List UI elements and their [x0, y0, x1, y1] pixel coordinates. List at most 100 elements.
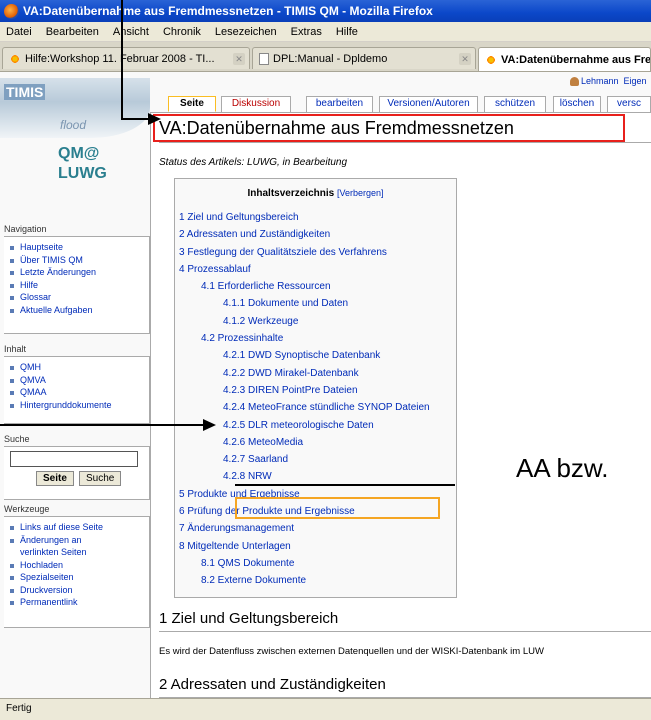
browser-tab-label: VA:Datenübernahme aus Fre: [501, 53, 651, 66]
toc-title: Inhaltsverzeichnis: [247, 188, 335, 199]
menu-chronik[interactable]: Chronik: [157, 26, 209, 38]
toc-item[interactable]: 8 Mitgeltende Unterlagen: [179, 538, 459, 555]
wiki-icon: [485, 53, 497, 66]
window-title-bar: VA:Datenübernahme aus Fremdmessnetzen - …: [0, 0, 651, 22]
page-title: VA:Datenübernahme aus Fremdmessnetzen: [159, 118, 514, 138]
toc-item[interactable]: 4.1.2 Werkzeuge: [179, 313, 459, 330]
inhalt-link[interactable]: QMVA: [10, 374, 149, 387]
tab-diskussion[interactable]: Diskussion: [221, 96, 291, 112]
toc-highlight-box: [235, 497, 440, 519]
own-link[interactable]: Eigen: [624, 76, 647, 86]
slide-overlay-text: AA bzw.: [516, 453, 609, 483]
menu-bearbeiten[interactable]: Bearbeiten: [40, 26, 107, 38]
toc-item[interactable]: 1 Ziel und Geltungsbereich: [179, 209, 459, 226]
section-divider: [159, 631, 651, 632]
navigation-portlet: Hauptseite Über TIMIS QM Letzte Änderung…: [4, 236, 150, 334]
inhalt-title: Inhalt: [4, 344, 27, 354]
inhalt-link[interactable]: QMH: [10, 361, 149, 374]
nav-link[interactable]: Aktuelle Aufgaben: [10, 304, 149, 317]
annotation-arrowhead: [203, 419, 216, 431]
toc-item[interactable]: 4.2.4 MeteoFrance stündliche SYNOP Datei…: [179, 399, 459, 416]
tab-loeschen[interactable]: löschen: [553, 96, 601, 112]
go-button[interactable]: Seite: [36, 471, 74, 486]
article-content: VA:Datenübernahme aus Fremdmessnetzen St…: [150, 112, 651, 698]
nav-link[interactable]: Hauptseite: [10, 241, 149, 254]
toc-hide-link[interactable]: [Verbergen]: [337, 188, 384, 198]
nav-link[interactable]: Letzte Änderungen: [10, 266, 149, 279]
site-logo[interactable]: TIMIS flood QM@ LUWG: [0, 72, 150, 222]
toc-item[interactable]: 4.2.1 DWD Synoptische Datenbank: [179, 347, 459, 364]
firefox-logo-icon: [4, 3, 19, 19]
article-status: Status des Artikels: LUWG, in Bearbeitun…: [159, 157, 348, 168]
browser-tab-label: DPL:Manual - Dpldemo: [273, 52, 388, 65]
toc-item[interactable]: 4.1.1 Dokumente und Daten: [179, 295, 459, 312]
menu-ansicht[interactable]: Ansicht: [107, 26, 157, 38]
user-bar: Lehmann Eigen: [570, 76, 647, 87]
toc-item[interactable]: 7 Änderungsmanagement: [179, 520, 459, 537]
annotation-arrowhead: [148, 113, 161, 125]
toc-item[interactable]: 4.2.3 DIREN PointPre Dateien: [179, 382, 459, 399]
tool-link[interactable]: Druckversion: [10, 584, 149, 597]
menu-bar: Datei Bearbeiten Ansicht Chronik Lesezei…: [0, 22, 651, 42]
toc-item[interactable]: 8.2 Externe Dokumente: [179, 572, 459, 589]
toolbox-portlet: Links auf diese Seite Änderungen an verl…: [4, 516, 150, 628]
section-1-text: Es wird der Datenfluss zwischen externen…: [159, 646, 544, 657]
logo-sub: flood: [60, 118, 87, 132]
logo-qm: QM@ LUWG: [58, 144, 107, 184]
tool-link[interactable]: Links auf diese Seite: [10, 521, 149, 534]
browser-tab-active[interactable]: VA:Datenübernahme aus Fre: [478, 47, 651, 71]
toc-item[interactable]: 3 Festlegung der Qualitätsziele des Verf…: [179, 244, 459, 261]
search-input[interactable]: [10, 451, 138, 467]
toc-item[interactable]: 4.2.6 MeteoMedia: [179, 434, 459, 451]
toolbox-title: Werkzeuge: [4, 504, 50, 514]
page-content: TIMIS flood QM@ LUWG Navigation Hauptsei…: [0, 72, 651, 698]
toc-item[interactable]: 4.1 Erforderliche Ressourcen: [179, 278, 459, 295]
nav-link[interactable]: Glossar: [10, 291, 149, 304]
title-divider: [159, 142, 651, 143]
browser-tab-workshop[interactable]: Hilfe:Workshop 11. Februar 2008 - TI... …: [2, 47, 250, 69]
menu-extras[interactable]: Extras: [285, 26, 330, 38]
tab-seite[interactable]: Seite: [168, 96, 216, 112]
toc-item[interactable]: 4.2 Prozessinhalte: [179, 330, 459, 347]
toc-item[interactable]: 4.2.7 Saarland: [179, 451, 459, 468]
user-icon: [570, 77, 579, 87]
menu-datei[interactable]: Datei: [0, 26, 40, 38]
toc-item[interactable]: 4.2.2 DWD Mirakel-Datenbank: [179, 365, 459, 382]
document-icon: [259, 52, 269, 65]
wiki-icon: [9, 52, 21, 65]
logo-qm-line: QM@: [58, 145, 100, 162]
browser-tab-bar: Hilfe:Workshop 11. Februar 2008 - TI... …: [0, 42, 651, 72]
browser-tab-dpl[interactable]: DPL:Manual - Dpldemo ✕: [252, 47, 476, 69]
inhalt-link[interactable]: Hintergrunddokumente: [10, 399, 149, 412]
menu-lesezeichen[interactable]: Lesezeichen: [209, 26, 285, 38]
annotation-arrow-line: [121, 118, 151, 120]
tab-verschieben[interactable]: versc: [607, 96, 651, 112]
tab-close-icon[interactable]: ✕: [233, 53, 245, 65]
search-title: Suche: [4, 434, 30, 444]
toc-item[interactable]: 4.2.5 DLR meteorologische Daten: [179, 417, 459, 434]
nav-link[interactable]: Hilfe: [10, 279, 149, 292]
window-title: VA:Datenübernahme aus Fremdmessnetzen - …: [23, 4, 433, 18]
inhalt-link[interactable]: QMAA: [10, 386, 149, 399]
search-portlet: Seite Suche: [4, 446, 150, 500]
menu-hilfe[interactable]: Hilfe: [330, 26, 366, 38]
nav-link[interactable]: Über TIMIS QM: [10, 254, 149, 267]
browser-tab-label: Hilfe:Workshop 11. Februar 2008 - TI...: [25, 52, 215, 65]
search-button[interactable]: Suche: [78, 471, 122, 486]
toc-item[interactable]: 8.1 QMS Dokumente: [179, 555, 459, 572]
tab-schuetzen[interactable]: schützen: [484, 96, 546, 112]
tab-bearbeiten[interactable]: bearbeiten: [306, 96, 373, 112]
tab-close-icon[interactable]: ✕: [459, 53, 471, 65]
tab-versionen[interactable]: Versionen/Autoren: [379, 96, 478, 112]
annotation-arrow-line: [121, 0, 123, 120]
user-link[interactable]: Lehmann: [581, 76, 619, 86]
tool-link[interactable]: Spezialseiten: [10, 571, 149, 584]
tool-link[interactable]: Permanentlink: [10, 596, 149, 609]
logo-brand: TIMIS: [4, 84, 46, 100]
inhalt-portlet: QMH QMVA QMAA Hintergrunddokumente: [4, 356, 150, 424]
section-heading-2: 2 Adressaten und Zuständigkeiten: [159, 676, 386, 693]
toc-item[interactable]: 4 Prozessablauf: [179, 261, 459, 278]
tool-link[interactable]: Hochladen: [10, 559, 149, 572]
toc-item[interactable]: 2 Adressaten und Zuständigkeiten: [179, 226, 459, 243]
tool-link[interactable]: Änderungen an verlinkten Seiten: [10, 534, 120, 559]
